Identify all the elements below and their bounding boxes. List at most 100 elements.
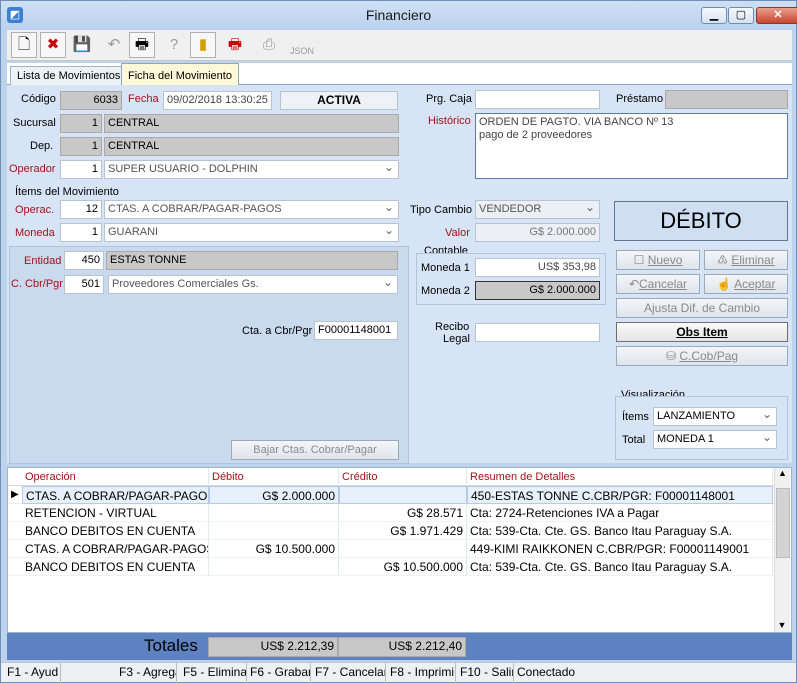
cell-operacion[interactable]: BANCO DEBITOS EN CUENTA	[22, 558, 209, 576]
cell-resumen[interactable]: Cta: 2724-Retenciones IVA a Pagar	[467, 504, 773, 522]
recibo-field[interactable]	[475, 323, 600, 342]
operador-label: Operador	[9, 163, 56, 175]
cell-debito[interactable]	[209, 522, 339, 540]
ccob-pag-button[interactable]: ⛁ C.Cob/Pag	[616, 346, 788, 366]
print-delete-icon[interactable]: 🖶	[222, 32, 248, 58]
items-view-select[interactable]: LANZAMIENTO	[653, 407, 777, 426]
sucursal-field[interactable]: CENTRAL	[104, 114, 399, 133]
scroll-down-icon[interactable]: ▼	[775, 620, 789, 630]
operac-select[interactable]: CTAS. A COBRAR/PAGAR-PAGOS	[104, 200, 399, 219]
dep-code-field[interactable]: 1	[60, 137, 102, 156]
cell-debito[interactable]	[209, 504, 339, 522]
bajar-ctas-button[interactable]: Bajar Ctas. Cobrar/Pagar	[231, 440, 399, 460]
cancelar-button[interactable]: ↶Cancelar	[616, 274, 700, 294]
cta-cbr-pgr-field[interactable]: F00001148001	[314, 321, 398, 340]
moneda2-field[interactable]: G$ 2.000.000	[475, 281, 600, 300]
table-row[interactable]: RETENCION - VIRTUAL G$ 28.571 Cta: 2724-Re…	[8, 504, 778, 522]
undo-icon[interactable]: ↶	[101, 32, 127, 58]
operador-select[interactable]: SUPER USUARIO - DOLPHIN	[104, 160, 399, 179]
sucursal-label: Sucursal	[13, 117, 56, 129]
col-resumen-header[interactable]: Resumen de Detalles	[467, 468, 773, 486]
valor-field[interactable]: G$ 2.000.000	[475, 223, 600, 242]
cell-debito[interactable]: G$ 10.500.000	[209, 540, 339, 558]
ajusta-dif-cambio-button[interactable]: Ajusta Dif. de Cambio	[616, 298, 788, 318]
moneda-select[interactable]: GUARANI	[104, 223, 399, 242]
status-badge: ACTIVA	[280, 91, 398, 110]
cell-operacion[interactable]: BANCO DEBITOS EN CUENTA	[22, 522, 209, 540]
prestamo-field[interactable]	[665, 90, 788, 109]
dep-label: Dep.	[30, 140, 54, 152]
cell-credito[interactable]: G$ 1.971.429	[339, 522, 467, 540]
cell-credito[interactable]: G$ 28.571	[339, 504, 467, 522]
sucursal-code-field[interactable]: 1	[60, 114, 102, 133]
maximize-button[interactable]: ▢	[728, 7, 754, 24]
undo-icon: ↶	[628, 277, 640, 291]
cbr-pgr-select[interactable]: Proveedores Comerciales Gs.	[108, 275, 398, 294]
cell-credito[interactable]	[339, 540, 467, 558]
cell-debito[interactable]	[209, 558, 339, 576]
table-row[interactable]: ▶ CTAS. A COBRAR/PAGAR-PAGOS G$ 2.000.000 4…	[8, 486, 778, 504]
col-operacion-header[interactable]: Operación	[22, 468, 209, 486]
cell-resumen[interactable]: Cta: 539-Cta. Cte. GS. Banco Itau Paragu…	[467, 522, 773, 540]
dep-field[interactable]: CENTRAL	[104, 137, 399, 156]
eliminar-button[interactable]: ♳ Eliminar	[704, 250, 788, 270]
minimize-button[interactable]: ▁	[701, 7, 727, 24]
total-view-select[interactable]: MONEDA 1	[653, 430, 777, 449]
totals-bar: Totales US$ 2.212,39 US$ 2.212,40	[7, 633, 792, 660]
entidad-code-field[interactable]: 450	[64, 251, 104, 270]
col-debito-header[interactable]: Débito	[209, 468, 339, 486]
codigo-label: Código	[21, 93, 56, 105]
scroll-up-icon[interactable]: ▲	[775, 468, 790, 478]
new-document-icon[interactable]: 🗋	[11, 32, 37, 58]
historico-line-2: pago de 2 proveedores	[479, 129, 593, 141]
cell-operacion[interactable]: CTAS. A COBRAR/PAGAR-PAGOS	[22, 486, 209, 504]
obs-item-button[interactable]: Obs Item	[616, 322, 788, 342]
table-row[interactable]: BANCO DEBITOS EN CUENTA G$ 10.500.000 Cta:…	[8, 558, 778, 576]
operac-code-field[interactable]: 12	[60, 200, 102, 219]
trash-icon: ♳	[717, 253, 732, 267]
operac-label: Operac.	[15, 204, 55, 216]
moneda1-field[interactable]: US$ 353,98	[475, 258, 600, 277]
table-row[interactable]: BANCO DEBITOS EN CUENTA G$ 1.971.429 Cta: …	[8, 522, 778, 540]
status-bar: F1 - Ayud F3 - Agrega F5 - Elimina F6 - …	[1, 662, 796, 683]
help-icon[interactable]: ?	[161, 32, 187, 58]
fecha-label: Fecha	[128, 93, 159, 105]
nuevo-button[interactable]: ☐ Nuevo	[616, 250, 700, 270]
tab-ficha-movimiento[interactable]: Ficha del Movimiento	[121, 63, 239, 86]
entidad-field[interactable]: ESTAS TONNE	[106, 251, 398, 270]
json-icon[interactable]: JSON	[289, 32, 315, 58]
grid-scrollbar[interactable]: ▲ ▼	[774, 468, 790, 632]
cell-credito[interactable]	[339, 486, 467, 504]
total-view-label: Total	[622, 434, 646, 446]
scroll-thumb[interactable]	[776, 488, 790, 558]
cbr-pgr-code-field[interactable]: 501	[64, 275, 104, 294]
codigo-field[interactable]: 6033	[60, 91, 122, 110]
prg-caja-field[interactable]	[475, 90, 600, 109]
tab-lista-movimientos[interactable]: Lista de Movimientos	[10, 66, 128, 85]
cell-resumen[interactable]: 449-KIMI RAIKKONEN C.CBR/PGR: F000011490…	[467, 540, 773, 558]
print-icon[interactable]: 🖶	[129, 32, 155, 58]
aceptar-button[interactable]: ☝ Aceptar	[704, 274, 788, 294]
cell-operacion[interactable]: RETENCION - VIRTUAL	[22, 504, 209, 522]
export-icon[interactable]: ⎙	[256, 32, 282, 58]
table-row[interactable]: CTAS. A COBRAR/PAGAR-PAGOS G$ 10.500.000 4…	[8, 540, 778, 558]
cell-resumen[interactable]: Cta: 539-Cta. Cte. GS. Banco Itau Paragu…	[467, 558, 773, 576]
new-icon: ☐	[633, 253, 648, 267]
delete-document-icon[interactable]: ✖	[40, 32, 66, 58]
operador-code-field[interactable]: 1	[60, 160, 102, 179]
cell-debito[interactable]: G$ 2.000.000	[209, 486, 339, 504]
fecha-field[interactable]: 09/02/2018 13:30:25	[163, 91, 272, 110]
save-icon[interactable]: 💾	[69, 32, 95, 58]
cell-credito[interactable]: G$ 10.500.000	[339, 558, 467, 576]
exit-icon[interactable]: ▮	[190, 32, 216, 58]
close-button[interactable]: ✕	[756, 7, 797, 24]
cell-operacion[interactable]: CTAS. A COBRAR/PAGAR-PAGOS	[22, 540, 209, 558]
tipo-cambio-select[interactable]: VENDEDOR	[475, 200, 600, 219]
moneda-code-field[interactable]: 1	[60, 223, 102, 242]
window-title: Financiero	[365, 7, 432, 23]
historico-textarea[interactable]: ORDEN DE PAGTO. VIA BANCO Nº 13 pago de …	[475, 113, 788, 179]
cell-resumen[interactable]: 450-ESTAS TONNE C.CBR/PGR: F00001148001	[467, 486, 773, 504]
totales-label: Totales	[144, 636, 198, 655]
recibo-label-line2: Legal	[443, 333, 470, 345]
col-credito-header[interactable]: Crédito	[339, 468, 467, 486]
